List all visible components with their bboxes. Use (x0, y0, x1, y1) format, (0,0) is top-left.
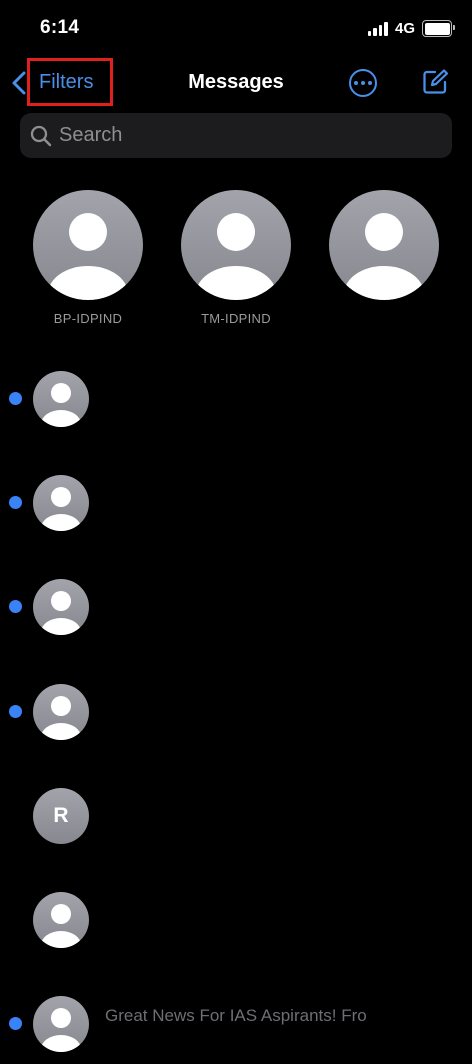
person-icon (33, 579, 89, 635)
person-icon (33, 892, 89, 948)
person-icon (33, 475, 89, 531)
conversation-row[interactable]: Great News For IAS Aspirants! Fro (0, 984, 472, 1064)
nav-bar: Filters Messages (0, 58, 472, 110)
message-preview: Great News For IAS Aspirants! Fro (105, 1006, 367, 1025)
person-icon (181, 190, 291, 300)
conversation-row[interactable] (0, 672, 472, 752)
status-time: 6:14 (40, 17, 80, 38)
unread-dot (9, 705, 22, 718)
pinned-label: BP-IDPIND (53, 311, 123, 326)
search-input[interactable]: Search (20, 113, 452, 158)
network-label: 4G (394, 20, 415, 37)
person-icon (33, 684, 89, 740)
person-icon (33, 996, 89, 1052)
person-icon (33, 190, 143, 300)
magnifier-icon (30, 125, 52, 147)
person-icon (329, 190, 439, 300)
signal-bars-icon (367, 21, 388, 36)
filters-back-button[interactable]: Filters (39, 71, 93, 94)
chevron-left-icon[interactable] (10, 70, 28, 96)
battery-icon (422, 20, 455, 37)
status-bar: 6:14 4G (0, 0, 472, 58)
compose-icon[interactable] (421, 68, 449, 96)
person-icon (33, 371, 89, 427)
conversation-row[interactable]: R (0, 776, 472, 856)
search-placeholder: Search (59, 124, 123, 146)
conversation-row[interactable] (0, 567, 472, 647)
unread-dot (9, 392, 22, 405)
pinned-conversation[interactable]: TM-IDPIND (181, 190, 291, 326)
unread-dot (9, 496, 22, 509)
pinned-conversation[interactable]: BP-IDPIND (33, 190, 143, 326)
unread-dot (9, 600, 22, 613)
conversation-row[interactable] (0, 463, 472, 543)
conversation-row[interactable] (0, 880, 472, 960)
status-indicators: 4G (367, 20, 455, 37)
ellipsis-circle-icon[interactable] (349, 69, 377, 97)
contact-initial-avatar: R (33, 788, 89, 844)
conversation-row[interactable] (0, 359, 472, 439)
pinned-conversation[interactable] (329, 190, 439, 300)
pinned-label: TM-IDPIND (201, 311, 271, 326)
